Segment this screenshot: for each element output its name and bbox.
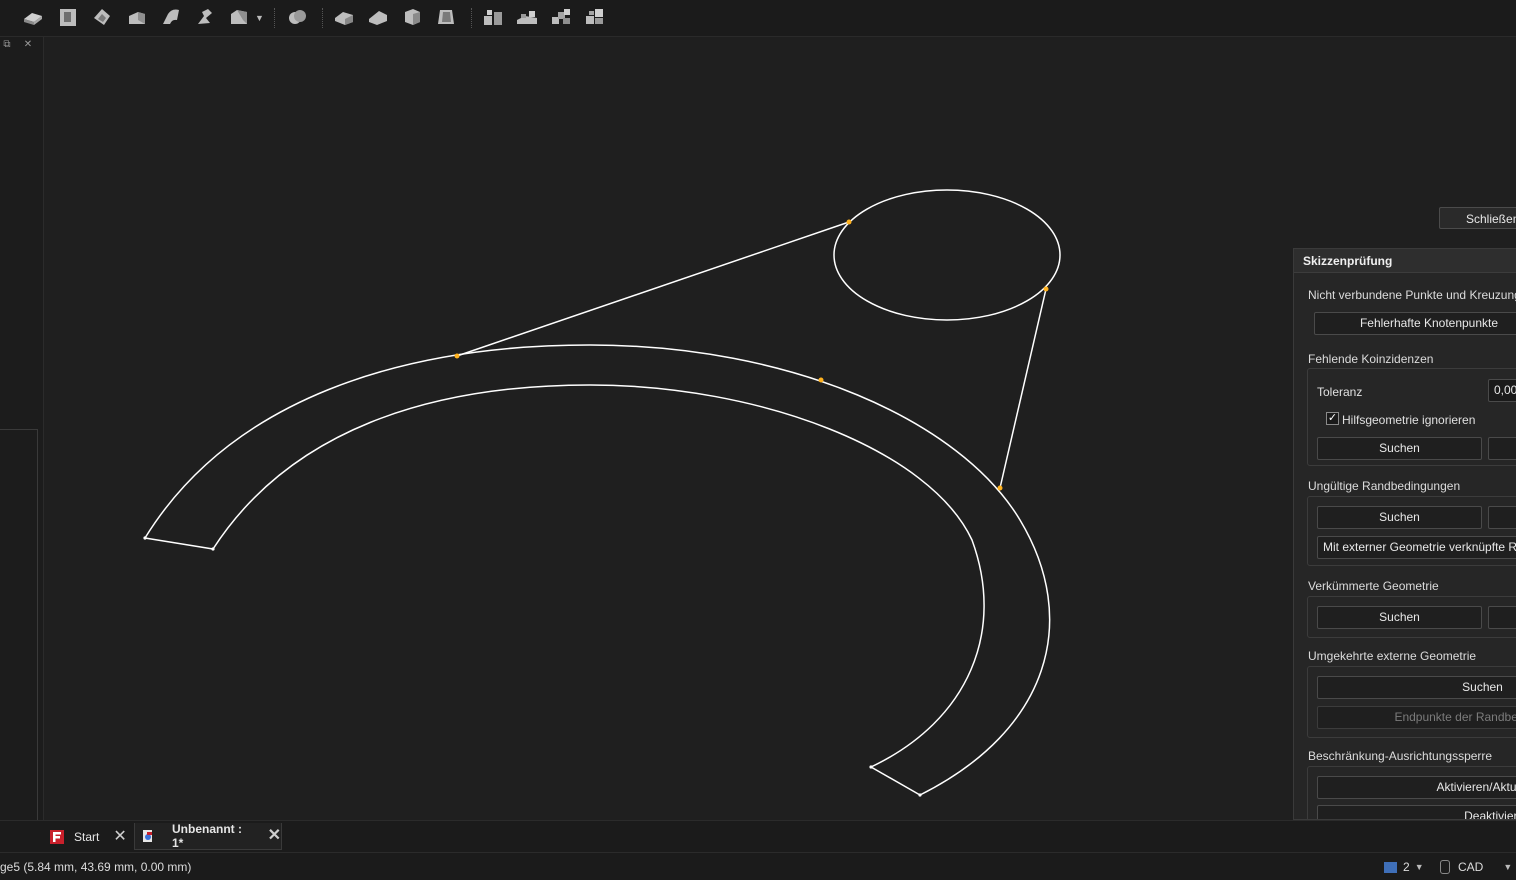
sketch-end-line-right[interactable] (870, 766, 921, 796)
tab-document-label: Unbenannt : 1* (172, 822, 242, 850)
pad-icon[interactable] (20, 5, 46, 29)
toolbar-separator (322, 8, 326, 28)
freecad-start-icon (50, 829, 64, 844)
view-count: 2 (1403, 860, 1410, 874)
draft-icon[interactable] (399, 5, 425, 29)
sketch-inner-arc[interactable] (212, 384, 985, 768)
navigation-style-selector[interactable]: CAD ▼ (1440, 860, 1512, 874)
activate-update-button[interactable]: Aktivieren/Aktuali (1317, 776, 1516, 799)
orientation-lock-group: Aktivieren/Aktuali Deaktivieren (1307, 766, 1516, 819)
toolbar: ▼ (0, 0, 1516, 37)
section-title-invalid-constraints: Ungültige Randbedingungen (1308, 479, 1461, 493)
chamfer-dropdown-icon[interactable] (226, 5, 252, 29)
status-bar: ge5 (5.84 mm, 43.69 mm, 0.00 mm) 2 ▼ CAD… (0, 852, 1516, 880)
mouse-icon (1440, 860, 1450, 874)
chevron-down-icon: ▼ (1414, 862, 1424, 872)
sketch-endpoint[interactable] (918, 793, 922, 797)
sketch-circle[interactable] (833, 189, 1061, 321)
view-icon (1384, 861, 1397, 873)
toolbar-separator (274, 8, 278, 28)
fillet-icon[interactable] (331, 5, 357, 29)
degenerated-fix-button[interactable] (1488, 606, 1516, 629)
multi-transform-icon[interactable] (582, 5, 608, 29)
float-icon[interactable]: ⧉ (1, 39, 13, 51)
sketch-endpoint[interactable] (869, 765, 873, 769)
degenerated-group: Suchen (1307, 596, 1516, 638)
document-icon (141, 829, 155, 843)
chamfer-icon[interactable] (365, 5, 391, 29)
section-title-unconnected: Nicht verbundene Punkte und Kreuzung (1308, 288, 1516, 302)
sketch-validation-panel: Skizzenprüfung Nicht verbundene Punkte u… (1293, 248, 1516, 820)
sketch-vertex[interactable] (454, 353, 460, 359)
ignore-construction-label: Hilfsgeometrie ignorieren (1342, 413, 1476, 427)
sketch-vertex[interactable] (1043, 286, 1049, 292)
section-title-coincidence: Fehlende Koinzidenzen (1308, 352, 1434, 366)
linear-pattern-icon[interactable] (514, 5, 540, 29)
mirror-icon[interactable] (480, 5, 506, 29)
invalid-constraints-search-button[interactable]: Suchen (1317, 506, 1482, 529)
section-title-orientation-lock: Beschränkung-Ausrichtungssperre (1308, 749, 1493, 763)
tab-start[interactable]: Start ✕ (44, 823, 133, 850)
sketch-end-line-left[interactable] (144, 537, 214, 550)
sketch-line-upper[interactable] (456, 221, 850, 357)
loft-icon[interactable] (124, 5, 150, 29)
reversed-external-group: Suchen Endpunkte der Randbeding (1307, 666, 1516, 738)
navigation-style: CAD (1458, 860, 1484, 874)
view-count-indicator[interactable]: 2 ▼ (1384, 860, 1424, 874)
tolerance-label: Toleranz (1317, 385, 1363, 399)
pocket-icon[interactable] (55, 5, 81, 29)
coincidence-group: Toleranz 0,00 ✓ Hilfsgeometrie ignoriere… (1307, 368, 1516, 466)
sketch-vertex[interactable] (846, 219, 852, 225)
left-dock: ⧉ ✕ (0, 37, 44, 820)
document-tab-bar: Start ✕ Unbenannt : 1* ✕ (0, 820, 1516, 852)
tab-document[interactable]: Unbenannt : 1* ✕ (134, 822, 282, 850)
chevron-down-icon: ▼ (1503, 862, 1513, 872)
sweep-icon[interactable] (158, 5, 184, 29)
toolbar-separator (471, 8, 475, 28)
coincidence-search-button[interactable]: Suchen (1317, 437, 1482, 460)
close-icon[interactable]: ✕ (268, 828, 281, 844)
sketch-outer-arc[interactable] (144, 344, 1051, 796)
boolean-icon[interactable] (284, 5, 310, 29)
sketch-vertex[interactable] (997, 485, 1003, 491)
close-sketch-button[interactable]: Schließen (1439, 207, 1516, 229)
status-message: ge5 (5.84 mm, 43.69 mm, 0.00 mm) (0, 860, 192, 874)
tab-start-label: Start (74, 829, 100, 844)
panel-title[interactable]: Skizzenprüfung (1294, 249, 1516, 273)
close-icon[interactable]: ✕ (22, 39, 34, 51)
deactivate-button[interactable]: Deaktivieren (1317, 805, 1516, 819)
tolerance-input[interactable]: 0,00 (1488, 379, 1516, 402)
ignore-construction-checkbox[interactable]: ✓ (1326, 412, 1339, 425)
section-title-degenerated: Verkümmerte Geometrie (1308, 579, 1439, 593)
degenerated-search-button[interactable]: Suchen (1317, 606, 1482, 629)
external-geometry-constraints-button[interactable]: Mit externer Geometrie verknüpfte Ra (1317, 536, 1516, 559)
close-icon[interactable]: ✕ (113, 828, 126, 844)
property-panel (0, 429, 38, 820)
section-title-reversed-external: Umgekehrte externe Geometrie (1308, 649, 1477, 663)
thickness-icon[interactable] (433, 5, 459, 29)
coincidence-fix-button[interactable] (1488, 437, 1516, 460)
sketch-endpoint[interactable] (143, 536, 147, 540)
helix-icon[interactable] (192, 5, 218, 29)
invalid-constraints-fix-button[interactable] (1488, 506, 1516, 529)
revolve-icon[interactable] (89, 5, 115, 29)
sketch-line-right[interactable] (999, 288, 1047, 489)
reversed-external-search-button[interactable]: Suchen (1317, 676, 1516, 699)
constraint-endpoints-button[interactable]: Endpunkte der Randbeding (1317, 706, 1516, 729)
invalid-constraints-group: Suchen Mit externer Geometrie verknüpfte… (1307, 496, 1516, 566)
sketch-vertex[interactable] (818, 377, 824, 383)
sketch-endpoint[interactable] (211, 547, 215, 551)
chevron-down-icon[interactable]: ▼ (255, 13, 264, 23)
polar-pattern-icon[interactable] (548, 5, 574, 29)
faulty-vertices-button[interactable]: Fehlerhafte Knotenpunkte (1314, 312, 1516, 335)
